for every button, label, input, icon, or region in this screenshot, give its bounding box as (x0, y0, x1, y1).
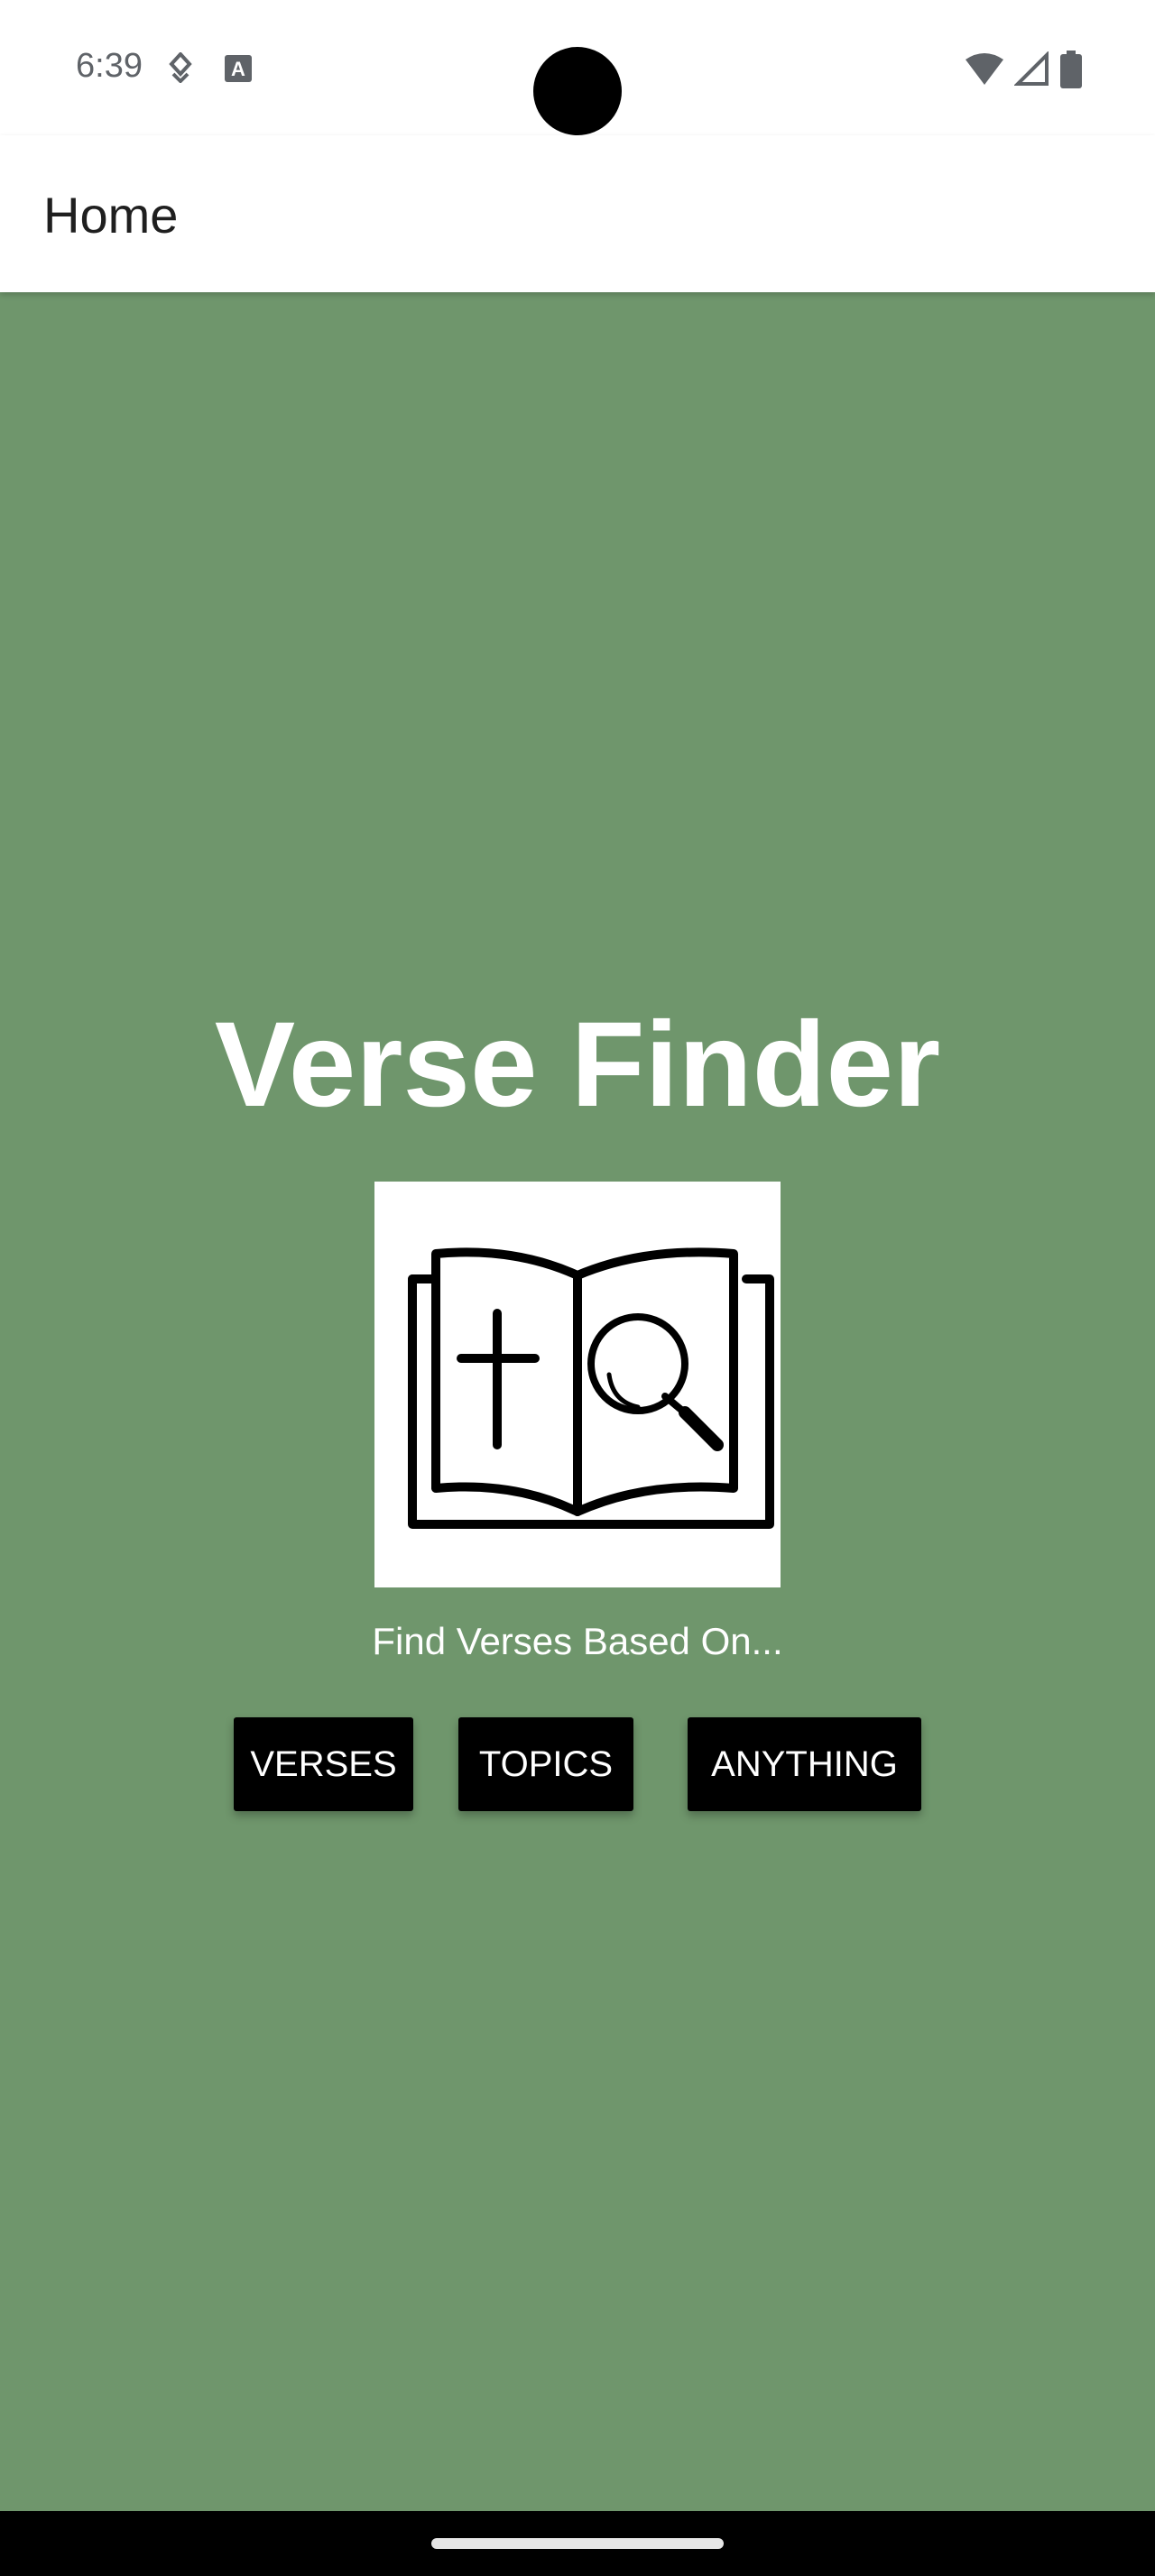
wifi-icon (966, 53, 1003, 85)
home-gesture-handle[interactable] (431, 2538, 724, 2549)
app-bar: Home (0, 135, 1155, 292)
open-bible-cross-magnifier-icon (408, 1247, 774, 1529)
navigation-status-icon (169, 52, 192, 83)
accessibility-a-icon: A (225, 55, 252, 82)
subtitle: Find Verses Based On... (372, 1620, 783, 1662)
app-name-heading: Verse Finder (214, 998, 941, 1132)
status-time: 6:39 (76, 47, 143, 85)
camera-cutout (533, 47, 622, 135)
cellular-signal-icon (1014, 51, 1049, 86)
main-content: Verse Finder Find Verses Based On... VER… (0, 292, 1155, 2511)
status-bar: 6:39 A (0, 0, 1155, 135)
verses-button[interactable]: VERSES (234, 1717, 413, 1811)
page-title: Home (43, 187, 179, 244)
status-indicators (964, 51, 1083, 88)
svg-text:A: A (231, 58, 245, 80)
topics-button[interactable]: TOPICS (458, 1717, 633, 1811)
system-navigation-bar (0, 2511, 1155, 2576)
logo-image (374, 1182, 781, 1587)
anything-button[interactable]: ANYTHING (688, 1717, 921, 1811)
battery-icon (1060, 51, 1082, 88)
